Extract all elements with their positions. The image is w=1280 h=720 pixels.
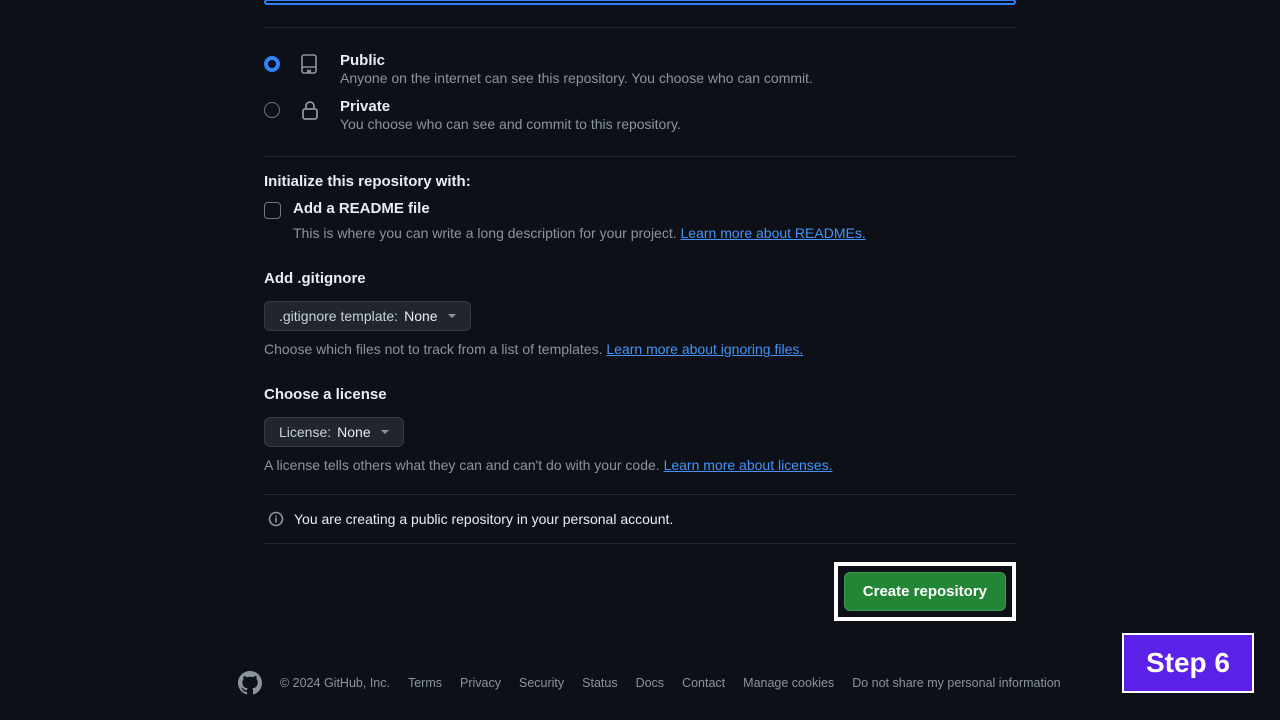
- gitignore-dropdown[interactable]: .gitignore template: None: [264, 301, 471, 331]
- readme-label[interactable]: Add a README file: [293, 200, 430, 217]
- license-learn-link[interactable]: Learn more about licenses.: [664, 457, 833, 473]
- visibility-group: Public Anyone on the internet can see th…: [264, 28, 1016, 156]
- public-desc: Anyone on the internet can see this repo…: [340, 70, 813, 86]
- radio-public[interactable]: [264, 56, 280, 72]
- readme-learn-link[interactable]: Learn more about READMEs.: [681, 225, 866, 241]
- private-title: Private: [340, 98, 681, 115]
- lock-icon: [298, 98, 322, 122]
- github-logo-icon: [238, 671, 262, 695]
- footer: © 2024 GitHub, Inc. Terms Privacy Securi…: [0, 671, 1280, 695]
- info-icon: [268, 511, 284, 527]
- footer-link-docs[interactable]: Docs: [636, 676, 664, 690]
- visibility-private-option[interactable]: Private You choose who can see and commi…: [264, 92, 1016, 138]
- gitignore-learn-link[interactable]: Learn more about ignoring files.: [606, 341, 803, 357]
- gitignore-heading: Add .gitignore: [264, 270, 1016, 287]
- private-desc: You choose who can see and commit to thi…: [340, 116, 681, 132]
- chevron-down-icon: [381, 430, 389, 434]
- public-title: Public: [340, 52, 813, 69]
- info-text: You are creating a public repository in …: [294, 511, 673, 527]
- repo-icon: [298, 52, 322, 76]
- tutorial-highlight: Create repository: [834, 562, 1016, 621]
- visibility-public-option[interactable]: Public Anyone on the internet can see th…: [264, 46, 1016, 92]
- init-heading: Initialize this repository with:: [264, 173, 1016, 190]
- info-banner: You are creating a public repository in …: [264, 494, 1016, 544]
- footer-link-contact[interactable]: Contact: [682, 676, 725, 690]
- readme-desc: This is where you can write a long descr…: [293, 223, 1016, 244]
- step-badge: Step 6: [1122, 633, 1254, 693]
- chevron-down-icon: [448, 314, 456, 318]
- license-heading: Choose a license: [264, 386, 1016, 403]
- create-repository-button[interactable]: Create repository: [844, 572, 1006, 611]
- license-desc: A license tells others what they can and…: [264, 455, 1016, 476]
- gitignore-desc: Choose which files not to track from a l…: [264, 339, 1016, 360]
- divider: [264, 156, 1016, 157]
- footer-link-status[interactable]: Status: [582, 676, 617, 690]
- repo-name-input-outline[interactable]: [264, 0, 1016, 5]
- footer-link-privacy-sell[interactable]: Do not share my personal information: [852, 676, 1060, 690]
- license-dropdown[interactable]: License: None: [264, 417, 404, 447]
- readme-checkbox[interactable]: [264, 202, 281, 219]
- footer-link-terms[interactable]: Terms: [408, 676, 442, 690]
- footer-link-cookies[interactable]: Manage cookies: [743, 676, 834, 690]
- footer-copyright: © 2024 GitHub, Inc.: [280, 676, 390, 690]
- radio-private[interactable]: [264, 102, 280, 118]
- footer-link-security[interactable]: Security: [519, 676, 564, 690]
- footer-link-privacy[interactable]: Privacy: [460, 676, 501, 690]
